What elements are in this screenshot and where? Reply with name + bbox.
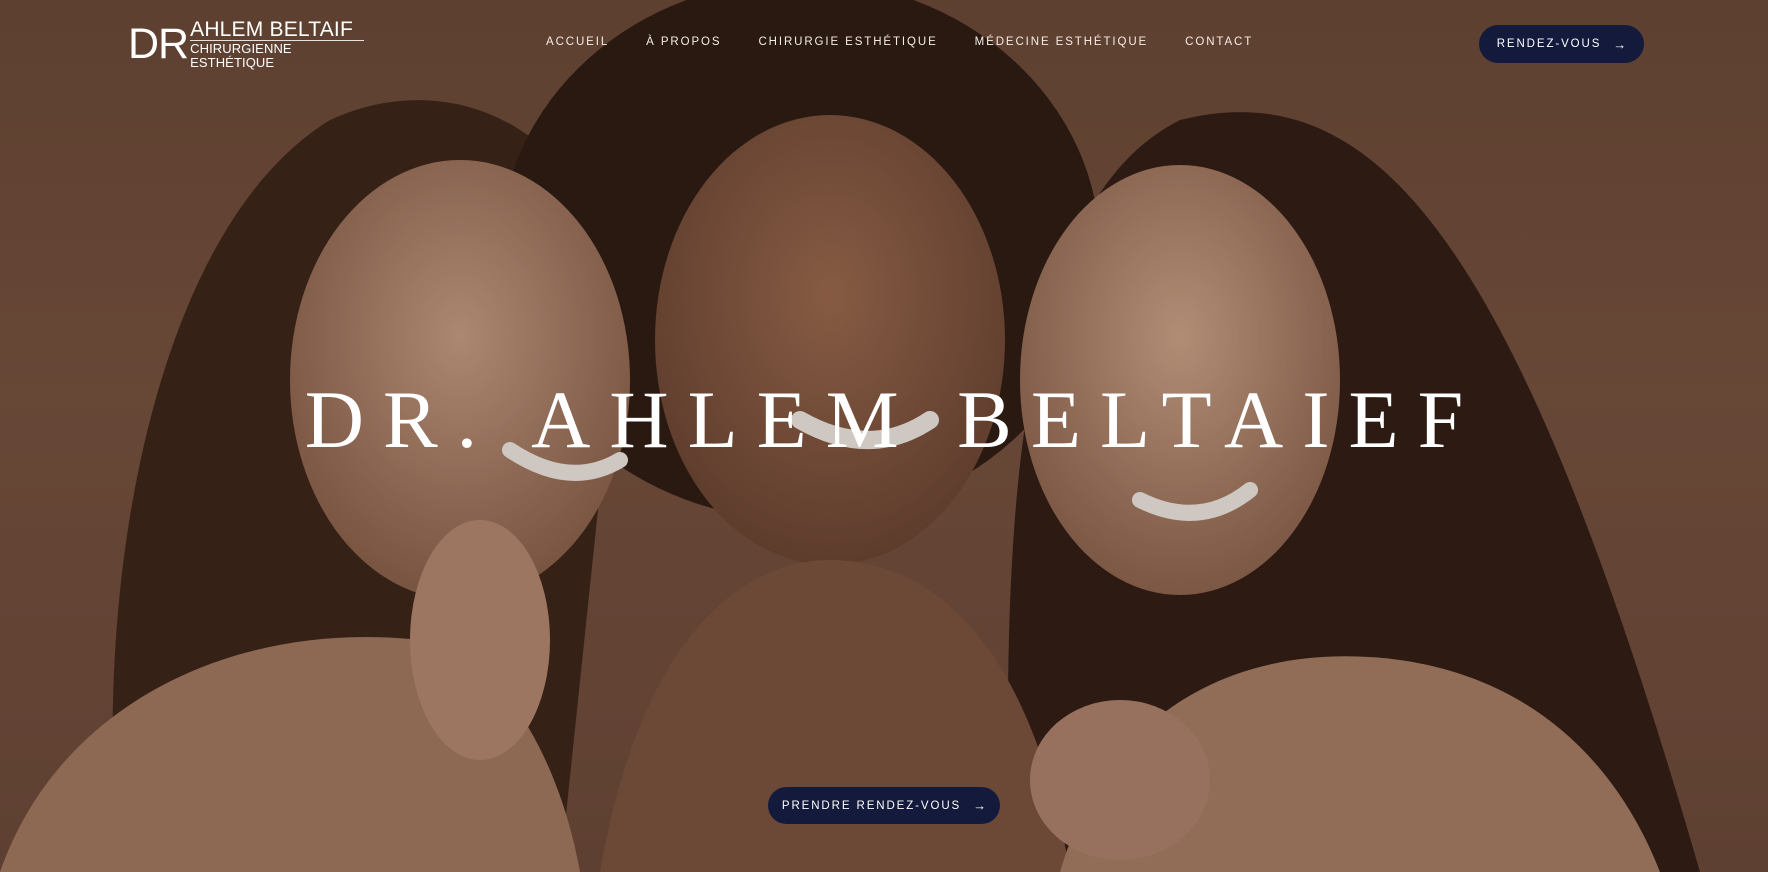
arrow-right-icon: → — [1613, 36, 1627, 52]
site-logo[interactable]: DR AHLEM BELTAIF CHIRURGIENNE ESTHÉTIQUE — [128, 19, 364, 69]
nav-item-contact[interactable]: CONTACT — [1185, 36, 1253, 48]
logo-mark: DR — [128, 20, 189, 68]
rendez-vous-button-label: RENDEZ-VOUS — [1496, 38, 1602, 50]
nav-item-medecine-esthetique[interactable]: MÉDECINE ESTHÉTIQUE — [975, 36, 1148, 48]
main-navigation: ACCUEIL À PROPOS CHIRURGIE ESTHÉTIQUE MÉ… — [546, 36, 1253, 48]
nav-item-accueil[interactable]: ACCUEIL — [546, 36, 609, 48]
arrow-right-icon: → — [973, 798, 987, 813]
logo-name: AHLEM BELTAIF — [190, 17, 353, 41]
logo-text: AHLEM BELTAIF CHIRURGIENNE ESTHÉTIQUE — [190, 19, 364, 70]
nav-item-a-propos[interactable]: À PROPOS — [646, 36, 721, 48]
site-header: DR AHLEM BELTAIF CHIRURGIENNE ESTHÉTIQUE… — [0, 0, 1768, 88]
logo-subtitle: CHIRURGIENNE ESTHÉTIQUE — [190, 39, 364, 70]
nav-item-chirurgie-esthetique[interactable]: CHIRURGIE ESTHÉTIQUE — [758, 36, 937, 48]
hero-title: DR. AHLEM BELTAIEF — [304, 374, 1483, 465]
prendre-rendez-vous-button[interactable]: PRENDRE RENDEZ-VOUS → — [768, 787, 1000, 824]
rendez-vous-button[interactable]: RENDEZ-VOUS → — [1479, 25, 1644, 63]
hero-section: DR AHLEM BELTAIF CHIRURGIENNE ESTHÉTIQUE… — [0, 0, 1768, 872]
prendre-rendez-vous-label: PRENDRE RENDEZ-VOUS — [781, 799, 962, 812]
